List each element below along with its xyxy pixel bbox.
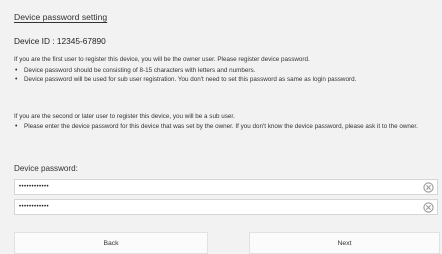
owner-bullet-list: Device password should be consisting of … bbox=[14, 67, 430, 85]
clear-icon[interactable] bbox=[421, 180, 435, 194]
clear-icon[interactable] bbox=[421, 200, 435, 214]
device-id-label: Device ID : 12345-67890 bbox=[14, 36, 106, 46]
device-password-screen: Device password setting Device ID : 1234… bbox=[0, 0, 442, 254]
page-title: Device password setting bbox=[14, 12, 108, 22]
device-password-label: Device password: bbox=[14, 164, 78, 173]
device-password-input[interactable] bbox=[15, 180, 421, 194]
next-button[interactable]: Next bbox=[249, 232, 440, 254]
device-password-field bbox=[14, 179, 438, 195]
sub-user-bullet-list: Please enter the device password for thi… bbox=[14, 123, 430, 132]
back-button[interactable]: Back bbox=[14, 232, 208, 254]
owner-intro-text: If you are the first user to register th… bbox=[14, 56, 310, 63]
list-item: Device password will be used for sub use… bbox=[14, 76, 430, 85]
list-item: Device password should be consisting of … bbox=[14, 67, 430, 76]
confirm-password-field bbox=[14, 199, 438, 215]
list-item: Please enter the device password for thi… bbox=[14, 123, 430, 132]
confirm-password-input[interactable] bbox=[15, 200, 421, 214]
sub-user-intro-text: If you are the second or later user to r… bbox=[14, 113, 235, 120]
